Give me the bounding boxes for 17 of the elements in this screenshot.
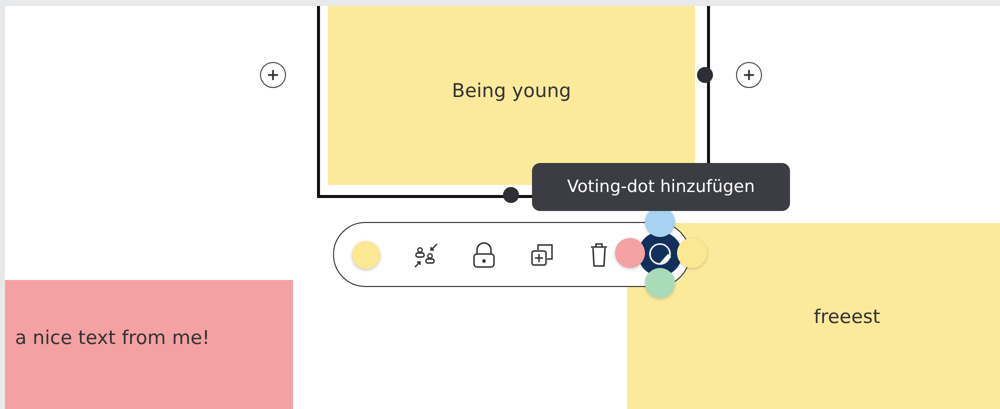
note-text: Being young bbox=[452, 80, 572, 102]
sticky-note[interactable]: a nice text from me! bbox=[5, 280, 293, 409]
add-button[interactable] bbox=[736, 62, 762, 88]
note-text: a nice text from me! bbox=[15, 327, 210, 349]
resize-handle[interactable] bbox=[503, 187, 519, 203]
plus-icon bbox=[267, 69, 279, 81]
sticky-note[interactable]: freeest bbox=[627, 223, 1000, 409]
add-button[interactable] bbox=[260, 62, 286, 88]
color-wheel-icon bbox=[648, 242, 672, 266]
people-arrows-icon[interactable] bbox=[413, 242, 439, 268]
note-text: freeest bbox=[814, 306, 880, 328]
trash-icon[interactable] bbox=[588, 242, 610, 268]
duplicate-icon[interactable] bbox=[529, 242, 555, 268]
resize-handle[interactable] bbox=[697, 67, 713, 83]
lock-icon[interactable] bbox=[472, 242, 496, 268]
color-swatch[interactable] bbox=[352, 240, 380, 268]
plus-icon bbox=[743, 69, 755, 81]
